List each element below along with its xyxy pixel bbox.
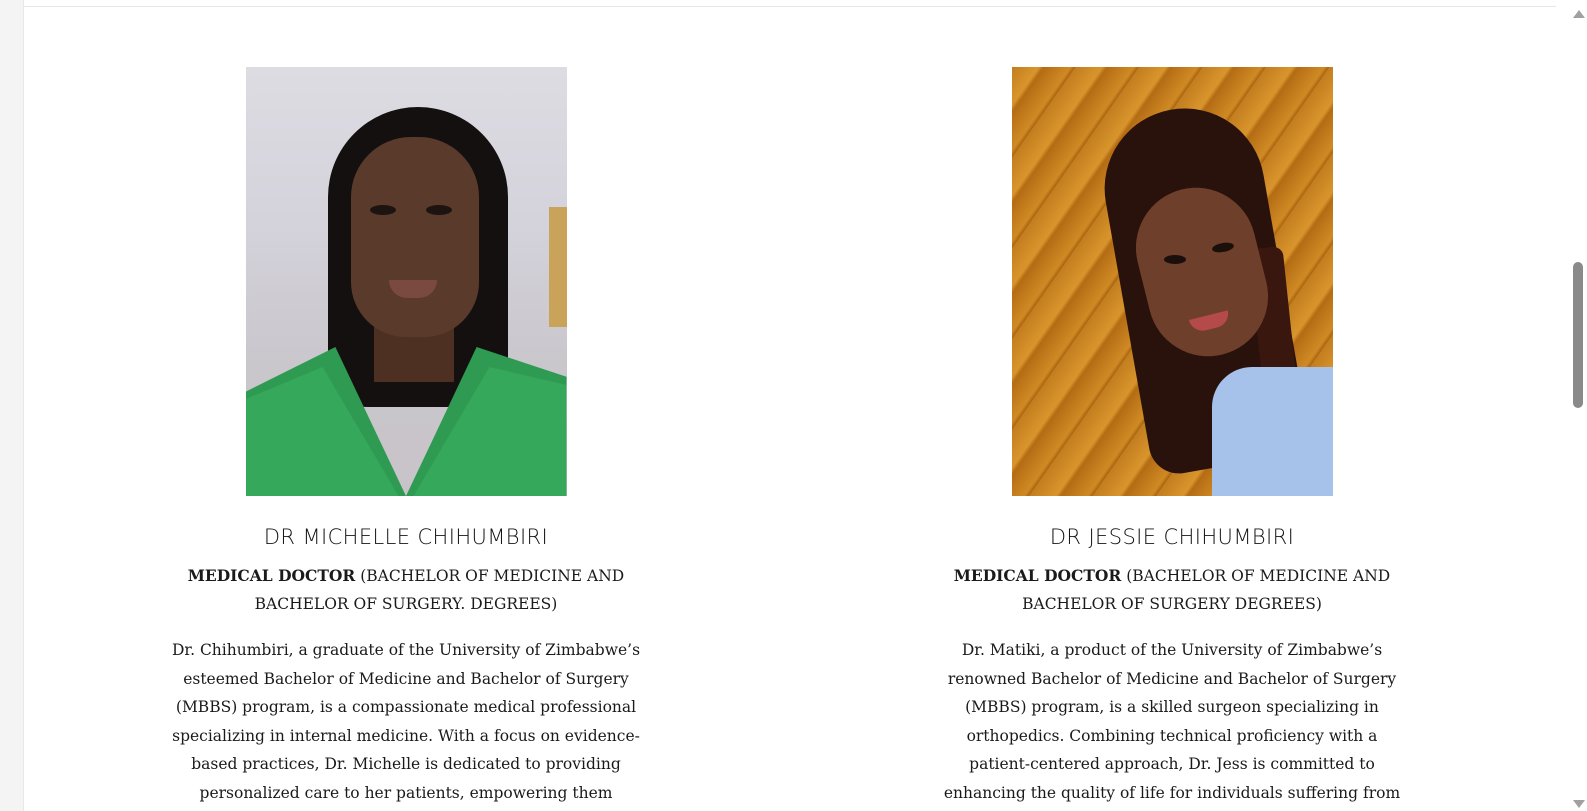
scroll-up-arrow-icon[interactable] [1573, 10, 1585, 18]
doctor-qualification: MEDICAL DOCTOR (BACHELOR OF MEDICINE AND… [912, 562, 1432, 618]
qualification-title: MEDICAL DOCTOR [187, 566, 356, 585]
scrollbar-thumb[interactable] [1573, 262, 1583, 408]
doctor-bio: Dr. Matiki, a product of the University … [943, 641, 1401, 802]
vertical-scrollbar[interactable] [1570, 0, 1587, 811]
header-divider [24, 0, 1556, 7]
doctor-card-michelle: DR MICHELLE CHIHUMBIRI MEDICAL DOCTOR (B… [146, 67, 666, 811]
doctor-name: DR JESSIE CHIHUMBIRI [1049, 525, 1295, 549]
qualification-title: MEDICAL DOCTOR [953, 566, 1122, 585]
doctor-photo [245, 67, 567, 496]
doctor-photo [1011, 67, 1333, 496]
scroll-down-arrow-icon[interactable] [1573, 800, 1585, 808]
scrollbar-track[interactable] [1570, 26, 1587, 796]
page-left-edge [0, 0, 24, 811]
doctor-qualification: MEDICAL DOCTOR (BACHELOR OF MEDICINE AND… [146, 562, 666, 618]
doctor-card-jessie: DR JESSIE CHIHUMBIRI MEDICAL DOCTOR (BAC… [912, 67, 1432, 811]
doctor-bio: Dr. Chihumbiri, a graduate of the Univer… [171, 641, 641, 802]
doctor-name: DR MICHELLE CHIHUMBIRI [263, 525, 549, 549]
